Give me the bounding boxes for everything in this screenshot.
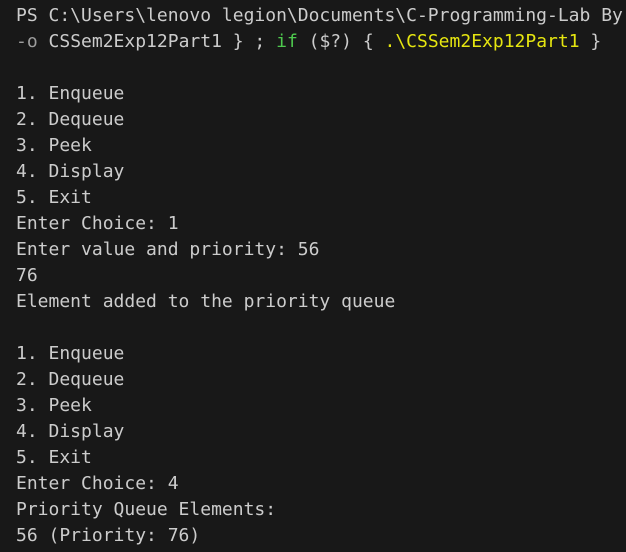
menu-item-peek: 3. Peek <box>16 135 92 156</box>
command-flag: -o <box>16 31 38 52</box>
command-executable: .\CSSem2Exp12Part1 <box>384 31 580 52</box>
menu-item-exit: 5. Exit <box>16 187 92 208</box>
value-priority-prompt: Enter value and priority: 56 <box>16 239 320 260</box>
menu-item-display: 4. Display <box>16 421 125 442</box>
priority-input: 76 <box>16 265 38 286</box>
queue-elements-heading: Priority Queue Elements: <box>16 499 277 520</box>
menu-item-exit: 5. Exit <box>16 447 92 468</box>
command-line: -o CSSem2Exp12Part1 } ; if ($?) { .\CSSe… <box>16 29 626 55</box>
menu-item-peek: 3. Peek <box>16 395 92 416</box>
menu-item-dequeue: 2. Dequeue <box>16 109 125 130</box>
prompt-line: PS C:\Users\lenovo legion\Documents\C-Pr… <box>16 5 623 26</box>
menu-item-display: 4. Display <box>16 161 125 182</box>
menu-item-enqueue: 1. Enqueue <box>16 83 125 104</box>
menu-item-dequeue: 2. Dequeue <box>16 369 125 390</box>
queue-element: 56 (Priority: 76) <box>16 525 201 546</box>
terminal-window[interactable]: PS C:\Users\lenovo legion\Documents\C-Pr… <box>0 0 626 552</box>
status-message: Element added to the priority queue <box>16 291 396 312</box>
command-keyword: if <box>276 31 298 52</box>
command-target: CSSem2Exp12Part1 } ; <box>37 31 277 52</box>
command-closing: } <box>579 31 602 52</box>
command-condition: ($?) { <box>297 31 385 52</box>
choice-prompt: Enter Choice: 1 <box>16 213 179 234</box>
menu-item-enqueue: 1. Enqueue <box>16 343 125 364</box>
choice-prompt: Enter Choice: 4 <box>16 473 179 494</box>
